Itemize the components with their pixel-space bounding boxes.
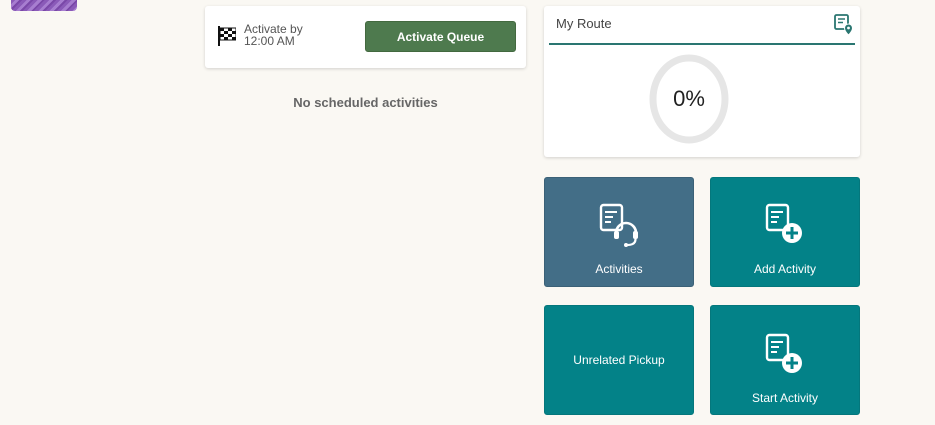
empty-activities-message: No scheduled activities <box>293 95 438 110</box>
add-activity-tile[interactable]: Add Activity <box>710 177 860 287</box>
start-activity-icon <box>765 333 802 373</box>
add-activity-icon <box>765 203 802 243</box>
route-divider <box>549 43 855 45</box>
activate-by-info: Activate by 12:00 AM <box>244 23 303 47</box>
start-activity-tile-label: Start Activity <box>751 391 819 405</box>
avatar[interactable] <box>11 0 77 11</box>
activate-queue-button[interactable]: Activate Queue <box>365 21 516 52</box>
my-route-card[interactable]: My Route 0% <box>544 6 860 157</box>
route-title: My Route <box>556 16 612 31</box>
unrelated-pickup-tile-label: Unrelated Pickup <box>573 353 665 367</box>
add-activity-tile-label: Add Activity <box>753 262 817 276</box>
activities-tile-label: Activities <box>595 262 643 276</box>
queue-card: Activate by 12:00 AM Activate Queue <box>205 6 526 68</box>
route-progress-value: 0% <box>673 86 705 111</box>
activate-by-time: 12:00 AM <box>244 34 295 48</box>
activities-headset-icon <box>599 203 638 247</box>
start-activity-tile[interactable]: Start Activity <box>710 305 860 415</box>
activities-tile[interactable]: Activities <box>544 177 694 287</box>
route-map-icon[interactable] <box>834 14 854 36</box>
checkered-flag-icon <box>218 26 236 46</box>
unrelated-pickup-tile[interactable]: Unrelated Pickup <box>544 305 694 415</box>
